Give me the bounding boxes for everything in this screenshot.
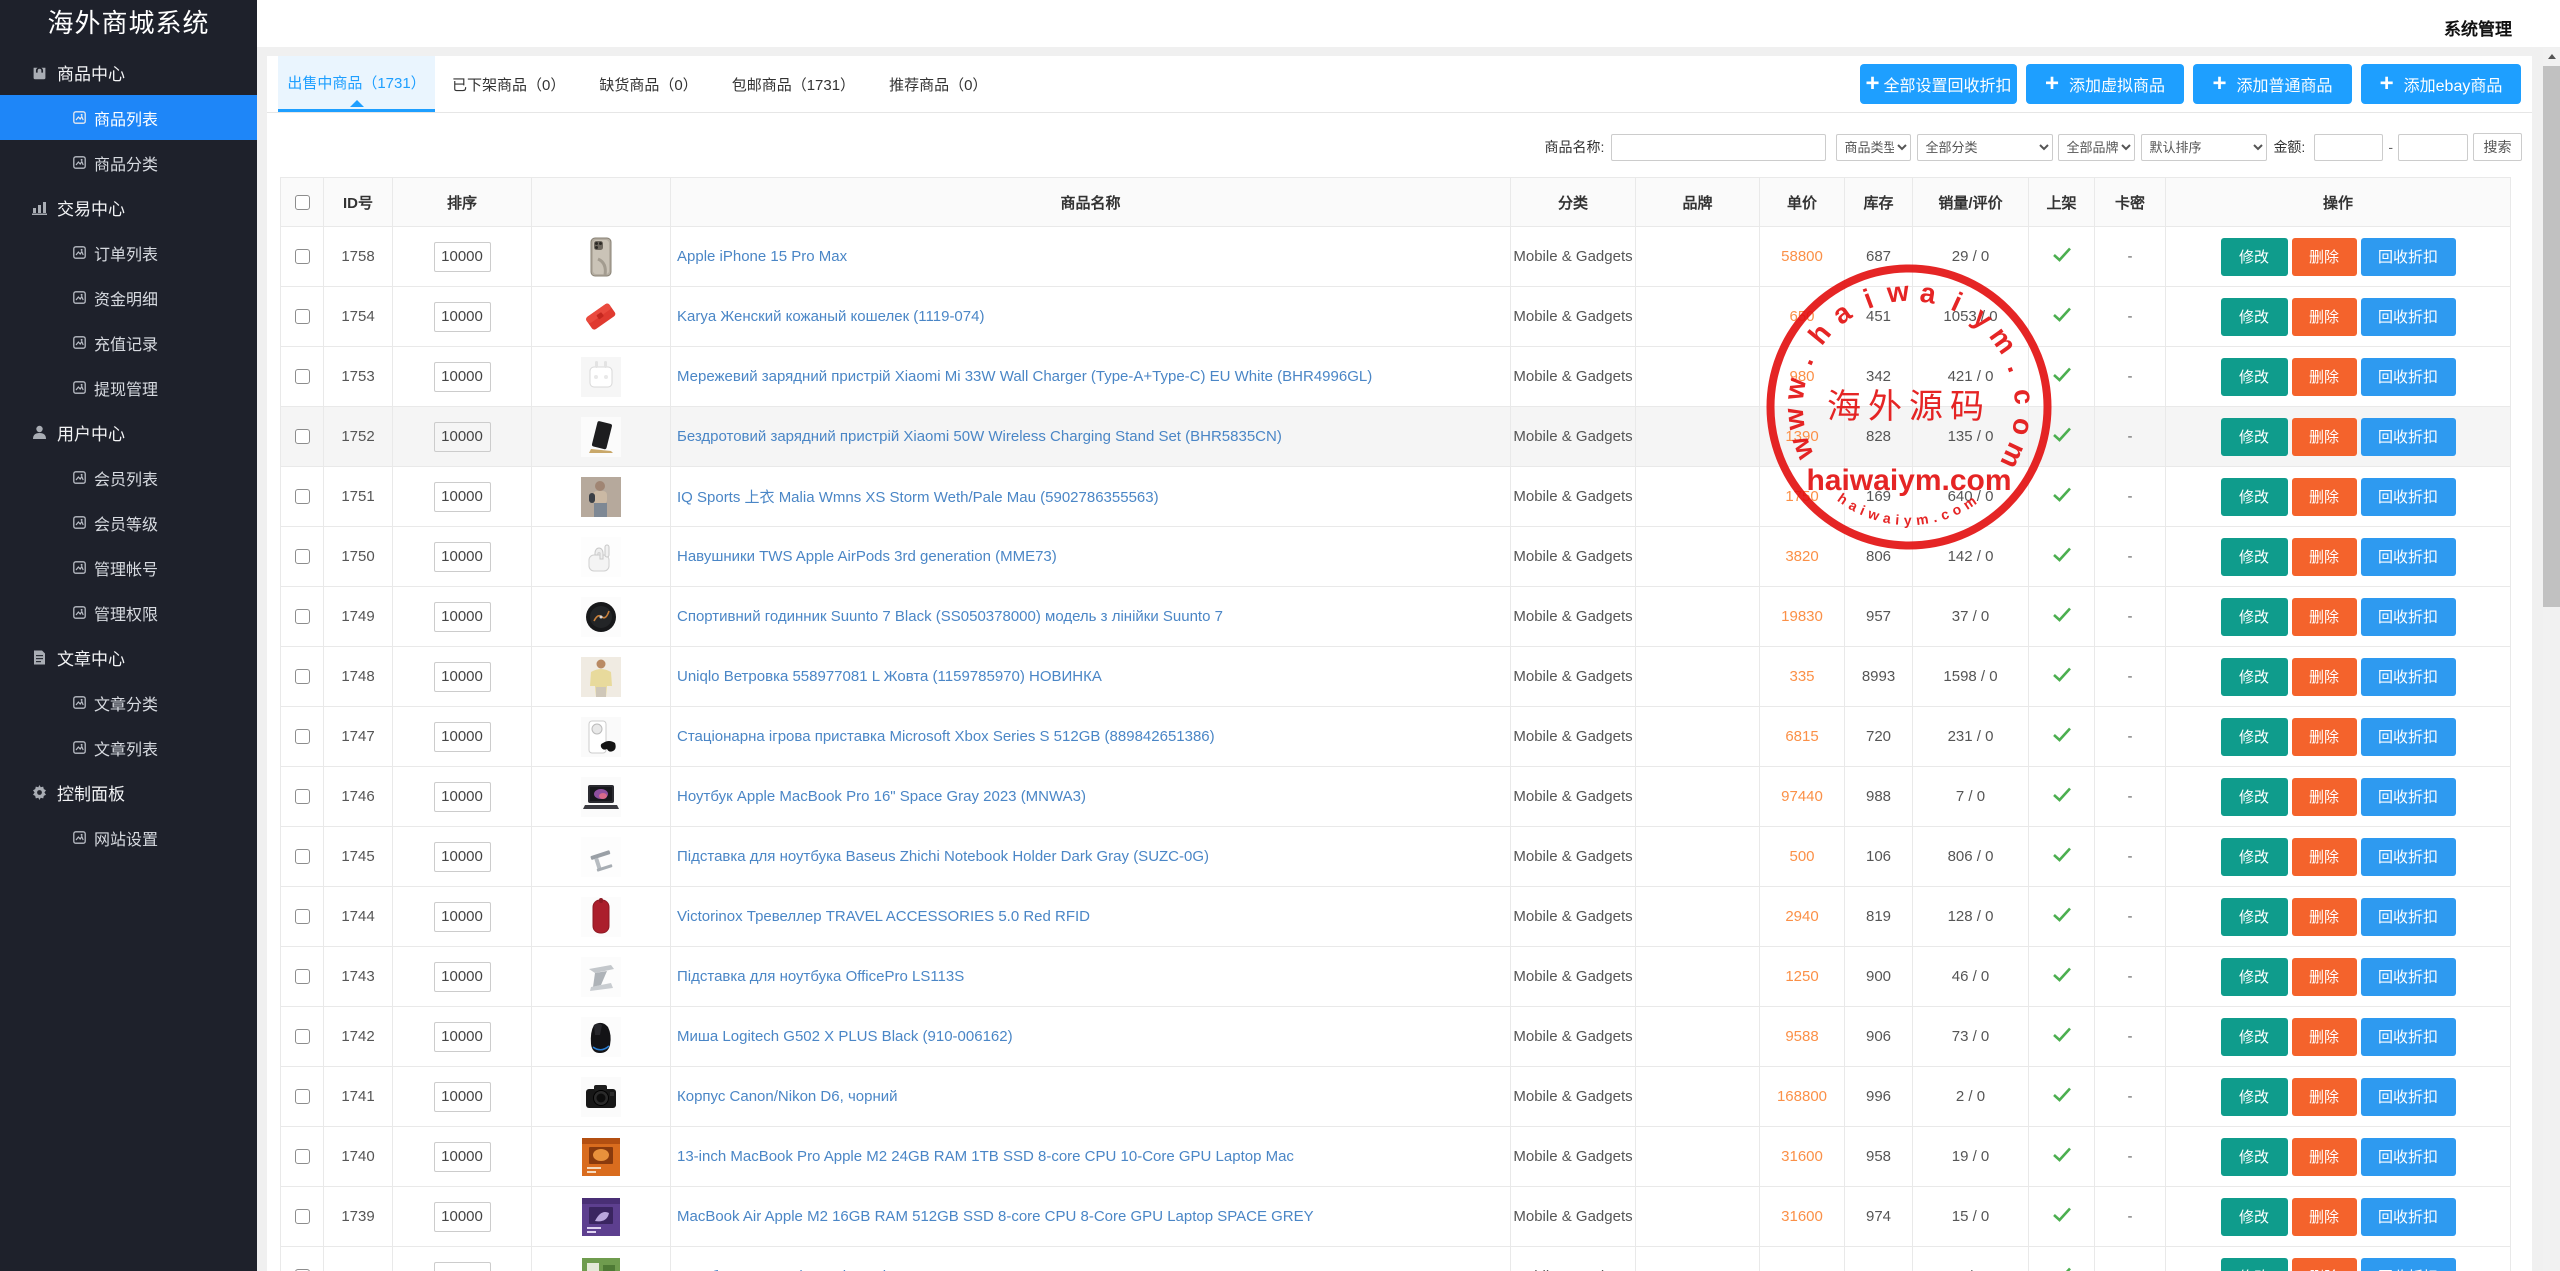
svg-text:c: c xyxy=(2008,388,2040,406)
svg-text:haiwaiym.com: haiwaiym.com xyxy=(1806,464,2011,497)
svg-text:海外源码: 海外源码 xyxy=(1827,388,1991,426)
svg-text:h: h xyxy=(1802,317,1837,350)
svg-text:o: o xyxy=(2006,416,2039,438)
svg-text:w: w xyxy=(1778,406,1811,432)
svg-text:a: a xyxy=(1918,277,1939,310)
svg-text:i: i xyxy=(1947,286,1967,317)
svg-text:w: w xyxy=(1783,432,1820,465)
svg-text:w: w xyxy=(1778,375,1812,403)
svg-text:.: . xyxy=(2002,358,2034,376)
svg-text:w: w xyxy=(1885,276,1911,309)
svg-text:y: y xyxy=(1967,301,1999,335)
svg-text:i: i xyxy=(1859,283,1877,315)
svg-text:.: . xyxy=(1788,350,1819,370)
svg-text:a: a xyxy=(1826,296,1857,331)
